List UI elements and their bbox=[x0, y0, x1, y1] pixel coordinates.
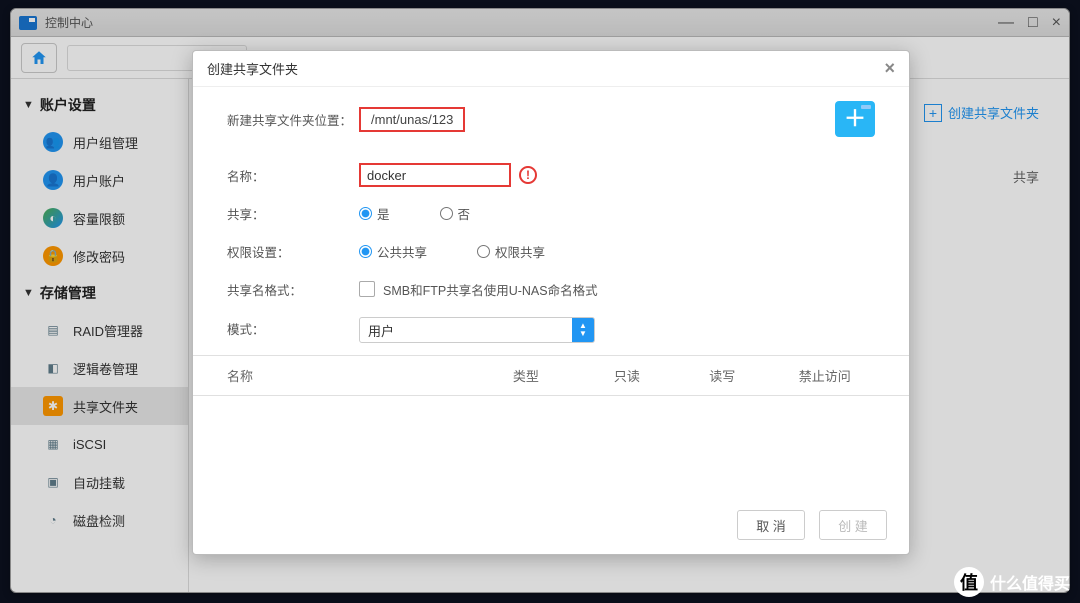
plus-icon: ＋ bbox=[844, 108, 866, 130]
col-deny: 禁止访问 bbox=[799, 366, 875, 385]
warning-icon: ! bbox=[519, 166, 537, 184]
perm-label: 权限设置： bbox=[227, 242, 359, 261]
select-spinner-icon: ▲▼ bbox=[572, 318, 594, 342]
watermark: 值 什么值得买 bbox=[954, 567, 1070, 597]
col-type: 类型 bbox=[513, 366, 614, 385]
mode-select[interactable]: 用户 ▲▼ bbox=[359, 317, 595, 343]
modal-close-button[interactable]: × bbox=[884, 58, 895, 79]
perm-restricted-radio[interactable]: 权限共享 bbox=[477, 242, 545, 261]
share-yes-radio[interactable]: 是 bbox=[359, 204, 390, 223]
create-button[interactable]: 创 建 bbox=[819, 510, 887, 540]
name-input[interactable] bbox=[359, 163, 511, 187]
cancel-button[interactable]: 取 消 bbox=[737, 510, 805, 540]
col-name: 名称 bbox=[227, 366, 513, 385]
namefmt-label: 共享名格式： bbox=[227, 280, 359, 299]
main-window: 控制中心 — □ × ▼ 账户设置 👥用户组管理 👤用户账户 ◐容量限额 🔒修改… bbox=[10, 8, 1070, 593]
col-readonly: 只读 bbox=[614, 366, 709, 385]
namefmt-desc: SMB和FTP共享名使用U-NAS命名格式 bbox=[383, 280, 598, 299]
watermark-icon: 值 bbox=[954, 567, 984, 597]
path-value: /mnt/unas/123 bbox=[359, 107, 465, 132]
create-folder-modal: 创建共享文件夹 × 新建共享文件夹位置： /mnt/unas/123 ＋ 名称：… bbox=[192, 50, 910, 555]
modal-title: 创建共享文件夹 bbox=[207, 59, 298, 78]
modal-header: 创建共享文件夹 × bbox=[193, 51, 909, 87]
modal-footer: 取 消 创 建 bbox=[737, 510, 887, 540]
path-label: 新建共享文件夹位置： bbox=[227, 110, 359, 129]
mode-label: 模式： bbox=[227, 311, 359, 338]
share-no-radio[interactable]: 否 bbox=[440, 204, 471, 223]
share-label: 共享： bbox=[227, 204, 359, 223]
modal-form: 新建共享文件夹位置： /mnt/unas/123 ＋ 名称： ! 共享： 是 否… bbox=[193, 87, 909, 355]
name-label: 名称： bbox=[227, 166, 359, 185]
col-readwrite: 读写 bbox=[709, 366, 799, 385]
namefmt-checkbox[interactable] bbox=[359, 281, 375, 297]
add-path-button[interactable]: ＋ bbox=[835, 101, 875, 137]
perm-public-radio[interactable]: 公共共享 bbox=[359, 242, 427, 261]
permission-table-header: 名称 类型 只读 读写 禁止访问 bbox=[193, 355, 909, 396]
